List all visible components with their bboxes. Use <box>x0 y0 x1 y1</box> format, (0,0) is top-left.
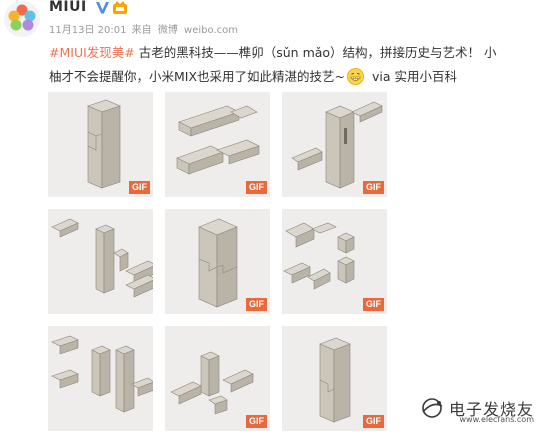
via-text: via 实用小百科 <box>368 69 457 84</box>
gif-badge: GIF <box>363 298 384 311</box>
grid-image-6[interactable]: GIF <box>282 209 387 314</box>
image-grid: GIF GIF GIF GIF GIF GIF GIF <box>48 92 388 432</box>
gif-badge: GIF <box>129 181 150 194</box>
grid-image-7[interactable] <box>48 326 153 431</box>
gif-badge: GIF <box>246 415 267 428</box>
gif-badge: GIF <box>246 298 267 311</box>
post-site: weibo.com <box>184 25 238 36</box>
gif-badge: GIF <box>363 415 384 428</box>
watermark-url: www.elecfans.com <box>459 415 535 424</box>
post-text-line1: 古老的黑科技——榫卯（sǔn mǎo）结构，拼接历史与艺术！ 小 <box>134 45 497 60</box>
grid-image-3[interactable]: GIF <box>282 92 387 197</box>
verified-v-icon <box>96 2 109 14</box>
grinning-emoji-icon <box>347 68 364 85</box>
member-crown-icon <box>113 1 127 14</box>
grid-image-1[interactable]: GIF <box>48 92 153 197</box>
post-source[interactable]: 微博 <box>158 25 178 36</box>
assembly-illustration <box>51 335 153 413</box>
avatar[interactable] <box>3 0 41 38</box>
grid-image-5[interactable]: GIF <box>165 209 270 314</box>
post-text-line2: 柚才不会提醒你，小米MIX也采用了如此精湛的技艺~ <box>49 69 346 84</box>
grid-image-4[interactable] <box>48 209 153 314</box>
username[interactable]: MIUI <box>49 0 87 15</box>
post-date[interactable]: 11月13日 20:01 <box>49 25 126 36</box>
watermark: 电子发烧友 www.elecfans.com <box>418 396 534 424</box>
post-source-from-label: 来自 <box>131 25 152 36</box>
post-text: #MIUI发现美# 古老的黑科技——榫卯（sǔn mǎo）结构，拼接历史与艺术！… <box>49 41 544 89</box>
grid-image-9[interactable]: GIF <box>282 326 387 431</box>
gif-badge: GIF <box>246 181 267 194</box>
grid-image-2[interactable]: GIF <box>165 92 270 197</box>
topic-link[interactable]: #MIUI发现美# <box>49 45 135 60</box>
post-meta: 11月13日 20:01 来自 微博 weibo.com <box>49 21 238 36</box>
grid-image-8[interactable]: GIF <box>165 326 270 431</box>
exploded-joint-illustration <box>51 218 153 298</box>
watermark-logo-icon <box>422 398 443 418</box>
gif-badge: GIF <box>363 181 384 194</box>
